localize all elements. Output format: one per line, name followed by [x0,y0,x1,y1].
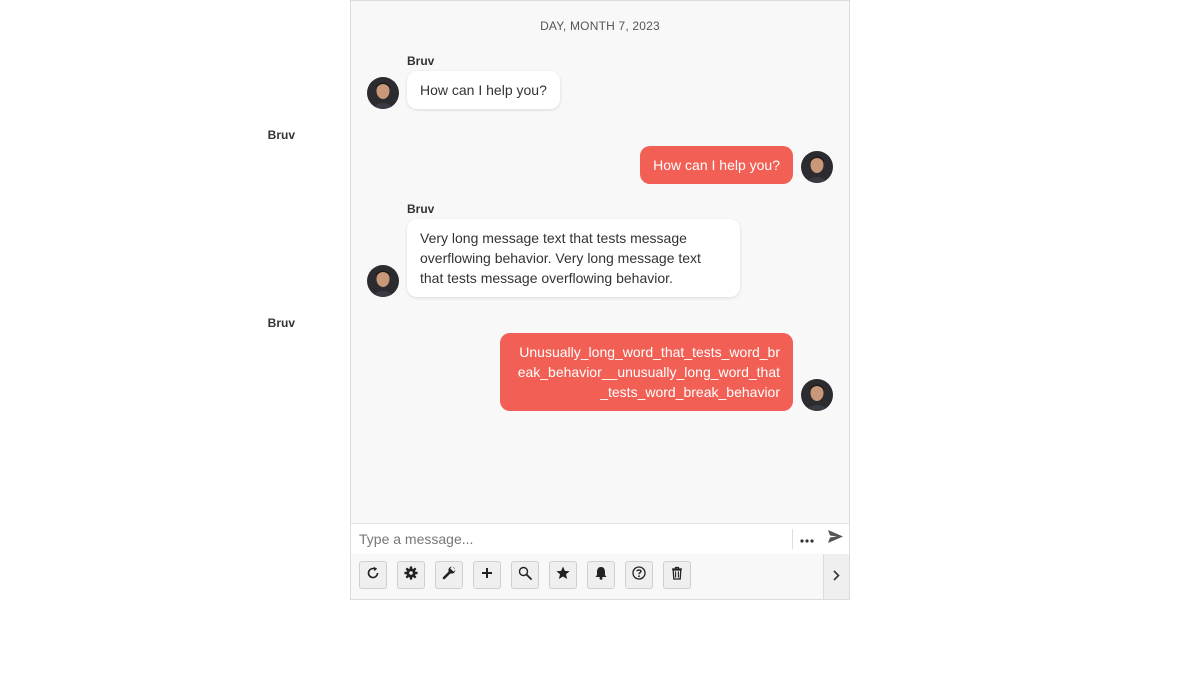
message-bubble: How can I help you? [640,146,793,184]
refresh-icon [366,566,380,585]
avatar[interactable] [367,265,399,297]
expand-toolbar-button[interactable] [823,554,849,599]
tools-button[interactable] [435,561,463,589]
bell-icon [594,566,608,585]
message-author: Bruv [407,54,435,68]
star-icon [556,566,570,585]
trash-icon [671,566,683,585]
notifications-button[interactable] [587,561,615,589]
message-bubble: Very long message text that tests messag… [407,219,740,297]
message-input[interactable] [351,524,791,554]
avatar[interactable] [367,77,399,109]
send-button[interactable] [823,524,847,554]
favorite-button[interactable] [549,561,577,589]
chat-window: DAY, MONTH 7, 2023 Bruv How can I help y… [268,0,850,600]
message-author: Bruv [267,128,295,142]
avatar[interactable] [801,379,833,411]
delete-button[interactable] [663,561,691,589]
message-author: Bruv [267,316,295,330]
gear-icon [404,565,418,585]
help-button[interactable] [625,561,653,589]
wrench-icon [442,565,456,585]
chevron-right-icon [833,568,840,586]
message-composer [351,523,849,555]
avatar[interactable] [801,151,833,183]
search-icon [518,566,532,585]
send-icon [827,530,843,548]
toolbar [351,554,849,599]
message-bubble: How can I help you? [407,71,560,109]
plus-icon [481,566,493,584]
refresh-button[interactable] [359,561,387,589]
message-bubble: Unusually_long_word_that_tests_word_brea… [500,333,793,411]
add-button[interactable] [473,561,501,589]
divider [792,529,793,549]
date-divider: DAY, MONTH 7, 2023 [540,19,660,33]
help-icon [632,565,646,585]
message-author: Bruv [407,202,435,216]
more-options-button[interactable] [796,524,818,554]
search-button[interactable] [511,561,539,589]
ellipsis-icon [800,530,814,548]
settings-button[interactable] [397,561,425,589]
